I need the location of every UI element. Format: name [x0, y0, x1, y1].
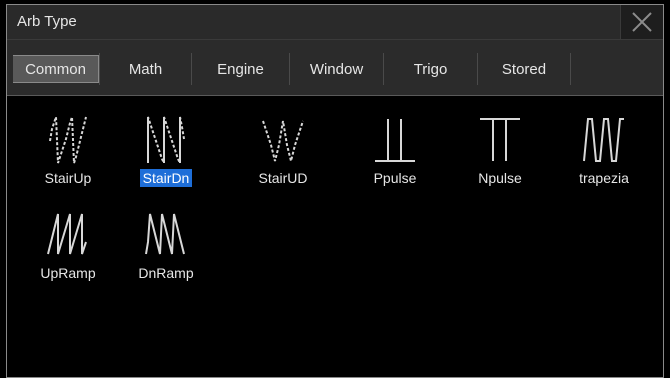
waveform-grid: StairUp StairDn StairUD Ppulse Npulse tr…: [7, 96, 663, 377]
tab-label: Trigo: [413, 60, 448, 78]
tab-label: Math: [128, 60, 163, 78]
waveform-item-npulse[interactable]: Npulse: [452, 106, 548, 196]
waveform-item-trapezia[interactable]: trapezia: [556, 106, 652, 196]
stairup-waveform-icon: [49, 116, 87, 164]
waveform-label: UpRamp: [40, 265, 96, 281]
tab-label: Engine: [217, 60, 264, 78]
tab-math[interactable]: Math: [99, 53, 191, 85]
tab-bar: Common Math Engine Window Trigo Stored: [7, 40, 663, 96]
waveform-item-stairdn[interactable]: StairDn: [118, 106, 214, 196]
tab-engine[interactable]: Engine: [191, 53, 289, 85]
waveform-label: StairUD: [258, 170, 308, 186]
waveform-item-dnramp[interactable]: DnRamp: [118, 201, 214, 291]
tab-trigo[interactable]: Trigo: [383, 53, 477, 85]
arb-type-dialog: Arb Type Common Math Engine Window Trigo…: [6, 4, 664, 378]
tab-label: Stored: [501, 60, 547, 78]
tab-stored[interactable]: Stored: [477, 53, 571, 85]
ppulse-waveform-icon: [375, 119, 415, 162]
waveform-label: DnRamp: [138, 265, 194, 281]
waveform-label: Npulse: [478, 170, 522, 186]
waveform-item-stairud[interactable]: StairUD: [235, 106, 331, 196]
tab-label: Window: [309, 60, 364, 78]
stairdn-waveform-icon: [147, 116, 185, 164]
close-icon: [632, 12, 652, 32]
waveform-label: StairDn: [139, 169, 193, 187]
waveform-item-ppulse[interactable]: Ppulse: [347, 106, 443, 196]
waveform-label: trapezia: [579, 170, 629, 186]
npulse-waveform-icon: [480, 118, 520, 161]
waveform-label: Ppulse: [373, 170, 417, 186]
dnramp-waveform-icon: [145, 213, 185, 255]
tab-window[interactable]: Window: [289, 53, 383, 85]
tab-label: Common: [25, 60, 86, 78]
trapezia-waveform-icon: [583, 118, 624, 162]
upramp-waveform-icon: [47, 213, 87, 255]
waveform-label: StairUp: [44, 170, 92, 186]
dialog-title: Arb Type: [17, 13, 77, 30]
waveform-item-upramp[interactable]: UpRamp: [20, 201, 116, 291]
close-button[interactable]: [620, 5, 663, 39]
dialog-titlebar: Arb Type: [7, 5, 663, 40]
waveform-item-stairup[interactable]: StairUp: [20, 106, 116, 196]
tab-common[interactable]: Common: [13, 55, 99, 83]
stairud-waveform-icon: [262, 120, 304, 162]
